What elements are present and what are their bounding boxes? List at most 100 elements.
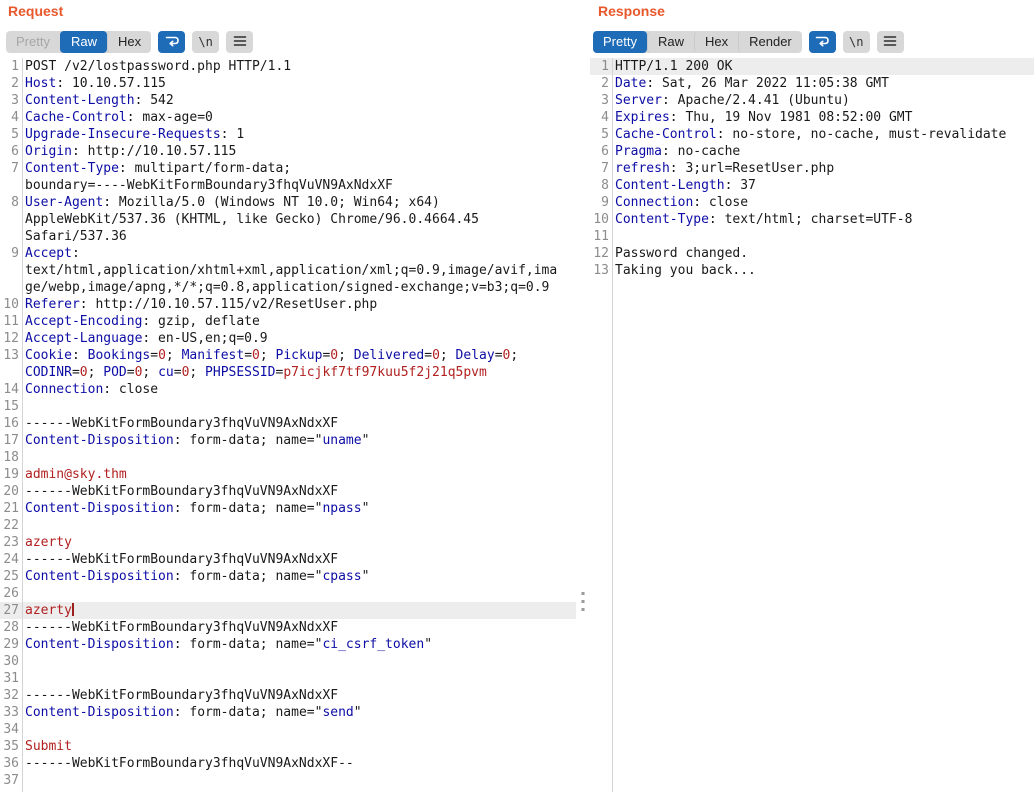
syntax-token: : en-US,en;q=0.9 <box>142 331 267 346</box>
wrap-lines-button[interactable] <box>809 31 836 53</box>
request-editor[interactable]: 1POST /v2/lostpassword.php HTTP/1.12Host… <box>0 58 576 792</box>
line-content: Content-Length: 37 <box>609 177 1034 194</box>
line-content: Cache-Control: no-store, no-cache, must-… <box>609 126 1034 143</box>
editor-row: 13Cookie: Bookings=0; Manifest=0; Pickup… <box>0 347 576 364</box>
syntax-token: Submit <box>25 739 72 754</box>
syntax-token: Pickup <box>276 348 323 363</box>
editor-row: text/html,application/xhtml+xml,applicat… <box>0 262 576 279</box>
syntax-token: Accept-Encoding <box>25 314 142 329</box>
line-number: 15 <box>0 398 19 415</box>
tab-raw[interactable]: Raw <box>647 31 694 53</box>
line-number: 5 <box>0 126 19 143</box>
response-editor[interactable]: 1 HTTP/1.1 200 OK2Date: Sat, 26 Mar 2022 … <box>590 58 1034 792</box>
line-number: 17 <box>0 432 19 449</box>
line-number: 2 <box>0 75 19 92</box>
syntax-token: Password changed. <box>615 246 748 261</box>
tab-render[interactable]: Render <box>738 31 802 53</box>
line-content <box>19 721 576 738</box>
syntax-token: Referer <box>25 297 80 312</box>
line-content: boundary=----WebKitFormBoundary3fhqVuVN9… <box>19 177 576 194</box>
editor-row: 10Content-Type: text/html; charset=UTF-8 <box>590 211 1034 228</box>
syntax-token: : http://10.10.57.115/v2/ResetUser.php <box>80 297 377 312</box>
line-number: 36 <box>0 755 19 772</box>
tab-hex[interactable]: Hex <box>694 31 738 53</box>
line-content: Safari/537.36 <box>19 228 576 245</box>
syntax-token: Content-Disposition <box>25 705 174 720</box>
wrap-lines-icon <box>164 33 180 52</box>
line-number: 24 <box>0 551 19 568</box>
syntax-token: ------WebKitFormBoundary3fhqVuVN9AxNdxXF <box>25 552 338 567</box>
newline-toggle-button[interactable]: \n <box>192 31 219 53</box>
line-content: Content-Disposition: form-data; name="un… <box>19 432 576 449</box>
syntax-token: : no-cache <box>662 144 740 159</box>
panel-divider[interactable] <box>576 0 590 792</box>
syntax-token: Server <box>615 93 662 108</box>
line-content: Date: Sat, 26 Mar 2022 11:05:38 GMT <box>609 75 1034 92</box>
editor-row: 14Connection: close <box>0 381 576 398</box>
line-content: Content-Disposition: form-data; name="cp… <box>19 568 576 585</box>
syntax-token: CODINR <box>25 365 72 380</box>
syntax-token: ; <box>189 365 205 380</box>
syntax-token: : form-data; name=" <box>174 705 323 720</box>
editor-row: 6Origin: http://10.10.57.115 <box>0 143 576 160</box>
line-number: 7 <box>0 160 19 177</box>
line-number: 1 <box>0 58 19 75</box>
editor-row: 33Content-Disposition: form-data; name="… <box>0 704 576 721</box>
line-content: Taking you back... <box>609 262 1034 279</box>
line-content: ------WebKitFormBoundary3fhqVuVN9AxNdxXF <box>19 619 576 636</box>
editor-row: 25Content-Disposition: form-data; name="… <box>0 568 576 585</box>
line-number: 26 <box>0 585 19 602</box>
syntax-token: ------WebKitFormBoundary3fhqVuVN9AxNdxXF… <box>25 756 354 771</box>
syntax-token: HTTP/1.1 200 OK <box>615 59 732 74</box>
line-content: ------WebKitFormBoundary3fhqVuVN9AxNdxXF… <box>19 755 576 772</box>
syntax-token: : Thu, 19 Nov 1981 08:52:00 GMT <box>670 110 913 125</box>
line-number <box>0 364 19 381</box>
editor-row: 35Submit <box>0 738 576 755</box>
syntax-token: ------WebKitFormBoundary3fhqVuVN9AxNdxXF <box>25 484 338 499</box>
request-tabs: PrettyRawHex <box>6 31 151 53</box>
syntax-token: : form-data; name=" <box>174 569 323 584</box>
wrap-lines-button[interactable] <box>158 31 185 53</box>
line-content: ------WebKitFormBoundary3fhqVuVN9AxNdxXF <box>19 483 576 500</box>
syntax-token: = <box>174 365 182 380</box>
editor-row: 36 ------WebKitFormBoundary3fhqVuVN9AxNdx… <box>0 755 576 772</box>
tab-hex[interactable]: Hex <box>107 31 151 53</box>
editor-row: 17Content-Disposition: form-data; name="… <box>0 432 576 449</box>
line-number: 1 <box>590 58 609 75</box>
editor-row: 13Taking you back... <box>590 262 1034 279</box>
syntax-token: ------WebKitFormBoundary3fhqVuVN9AxNdxXF <box>25 620 338 635</box>
editor-menu-button[interactable] <box>226 31 253 53</box>
editor-menu-button[interactable] <box>877 31 904 53</box>
syntax-token: Content-Type <box>25 161 119 176</box>
line-number: 12 <box>590 245 609 262</box>
line-number: 31 <box>0 670 19 687</box>
tab-raw[interactable]: Raw <box>60 31 107 53</box>
syntax-token: 0 <box>432 348 440 363</box>
editor-row: 2Date: Sat, 26 Mar 2022 11:05:38 GMT <box>590 75 1034 92</box>
editor-row: 5Upgrade-Insecure-Requests: 1 <box>0 126 576 143</box>
line-number: 3 <box>590 92 609 109</box>
syntax-token: ; <box>166 348 182 363</box>
newline-toggle-button[interactable]: \n <box>843 31 870 53</box>
line-content: Pragma: no-cache <box>609 143 1034 160</box>
line-content <box>19 517 576 534</box>
syntax-token: 0 <box>158 348 166 363</box>
syntax-token: Origin <box>25 144 72 159</box>
tab-pretty[interactable]: Pretty <box>6 31 60 53</box>
syntax-token: Connection <box>25 382 103 397</box>
http-message-editor: Request PrettyRawHex \n <box>0 0 1034 792</box>
editor-row: 1 HTTP/1.1 200 OK <box>590 58 1034 75</box>
line-number: 14 <box>0 381 19 398</box>
response-panel: Response PrettyRawHexRender \n <box>590 0 1034 792</box>
editor-row: 7Content-Type: multipart/form-data; <box>0 160 576 177</box>
line-content: admin@sky.thm <box>19 466 576 483</box>
editor-row: 16------WebKitFormBoundary3fhqVuVN9AxNdx… <box>0 415 576 432</box>
syntax-token: 0 <box>252 348 260 363</box>
tab-pretty[interactable]: Pretty <box>593 31 647 53</box>
line-number: 18 <box>0 449 19 466</box>
editor-row: 20------WebKitFormBoundary3fhqVuVN9AxNdx… <box>0 483 576 500</box>
syntax-token: ge/webp,image/apng,*/*;q=0.8,application… <box>25 280 549 295</box>
line-number: 8 <box>590 177 609 194</box>
line-number: 13 <box>590 262 609 279</box>
divider-grip-icon <box>582 592 585 611</box>
